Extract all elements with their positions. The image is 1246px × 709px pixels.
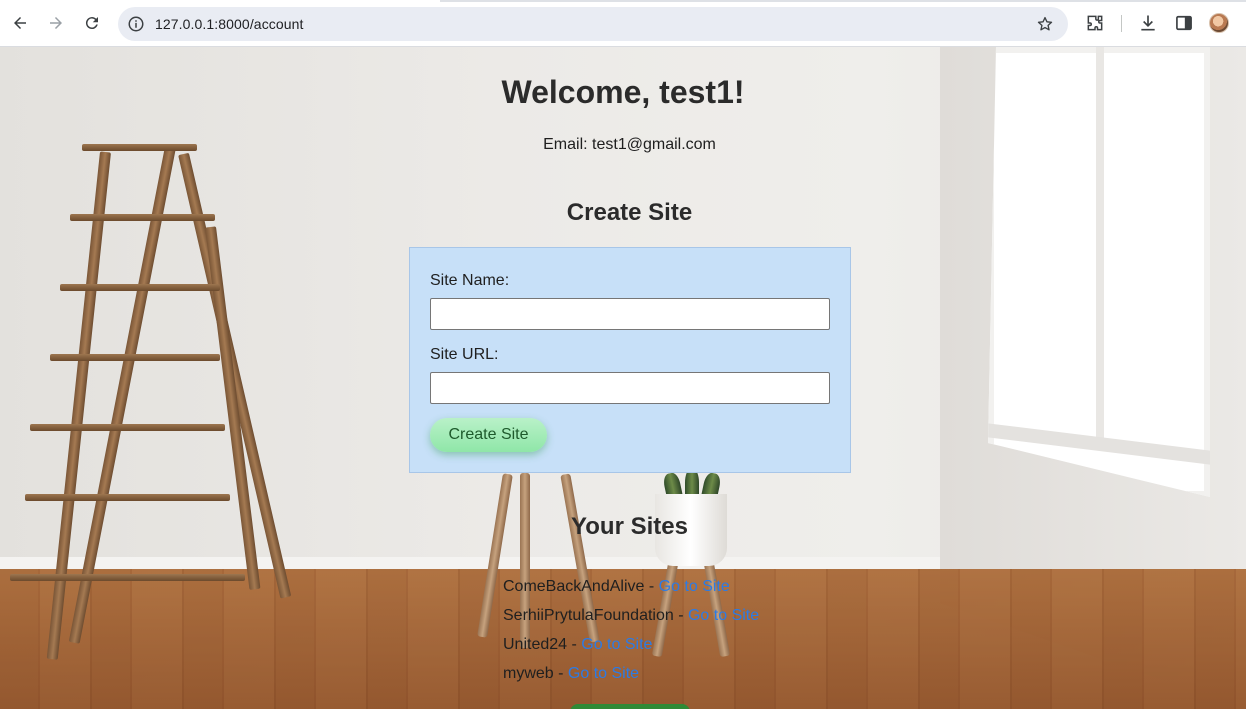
- active-tab-indicator: [0, 0, 440, 2]
- sites-list: ComeBackAndAlive - Go to Site SerhiiPryt…: [503, 578, 759, 694]
- site-name: United24: [503, 636, 568, 653]
- reload-icon: [85, 17, 98, 30]
- back-button[interactable]: [7, 10, 33, 36]
- profile-avatar[interactable]: [1209, 13, 1229, 33]
- site-list-item: United24 - Go to Site: [503, 636, 759, 665]
- side-panel-icon[interactable]: [1174, 13, 1194, 33]
- site-separator: -: [567, 636, 582, 653]
- download-icon[interactable]: [1138, 13, 1158, 33]
- reload-button[interactable]: [79, 10, 105, 36]
- email-label: Email:: [543, 136, 588, 153]
- welcome-heading: Welcome, test1!: [501, 74, 745, 110]
- site-name: ComeBackAndAlive: [503, 578, 645, 595]
- bookmark-star-icon[interactable]: [1036, 15, 1054, 33]
- your-sites-heading: Your Sites: [571, 513, 688, 540]
- site-url-input[interactable]: [430, 372, 830, 404]
- create-site-heading: Create Site: [566, 199, 693, 226]
- site-name-label: Site Name:: [430, 272, 510, 289]
- partially-visible-button[interactable]: [570, 704, 690, 709]
- account-content: Welcome, test1! Email: test1@gmail.com C…: [0, 47, 1246, 709]
- info-icon[interactable]: [127, 15, 145, 33]
- arrow-left-icon: [14, 17, 26, 29]
- tab-strip: [0, 0, 1246, 2]
- site-url-label: Site URL:: [430, 346, 499, 363]
- site-list-item: myweb - Go to Site: [503, 665, 759, 694]
- site-list-item: ComeBackAndAlive - Go to Site: [503, 578, 759, 607]
- site-separator: -: [553, 665, 568, 682]
- site-name: SerhiiPrytulaFoundation: [503, 607, 674, 624]
- page-viewport: Welcome, test1! Email: test1@gmail.com C…: [0, 47, 1246, 709]
- site-name-input[interactable]: [430, 298, 830, 330]
- site-name: myweb: [503, 665, 554, 682]
- extensions-puzzle-icon[interactable]: [1085, 13, 1105, 33]
- forward-button[interactable]: [43, 10, 69, 36]
- site-separator: -: [673, 607, 688, 624]
- site-list-item: SerhiiPrytulaFoundation - Go to Site: [503, 607, 759, 636]
- create-site-button[interactable]: Create Site: [430, 418, 547, 452]
- site-separator: -: [644, 578, 659, 595]
- go-to-site-link[interactable]: Go to Site: [581, 636, 652, 653]
- email-line: Email: test1@gmail.com: [0, 136, 1246, 154]
- go-to-site-link[interactable]: Go to Site: [688, 607, 759, 624]
- toolbar-separator: [1121, 15, 1122, 32]
- go-to-site-link[interactable]: Go to Site: [568, 665, 639, 682]
- email-value: test1@gmail.com: [592, 136, 716, 153]
- address-bar[interactable]: 127.0.0.1:8000/account: [118, 7, 1068, 41]
- browser-toolbar: 127.0.0.1:8000/account: [0, 0, 1246, 47]
- url-text[interactable]: 127.0.0.1:8000/account: [155, 16, 304, 32]
- create-site-form: Site Name: Site URL: Create Site: [409, 247, 851, 473]
- arrow-right-icon: [50, 17, 62, 29]
- go-to-site-link[interactable]: Go to Site: [659, 578, 730, 595]
